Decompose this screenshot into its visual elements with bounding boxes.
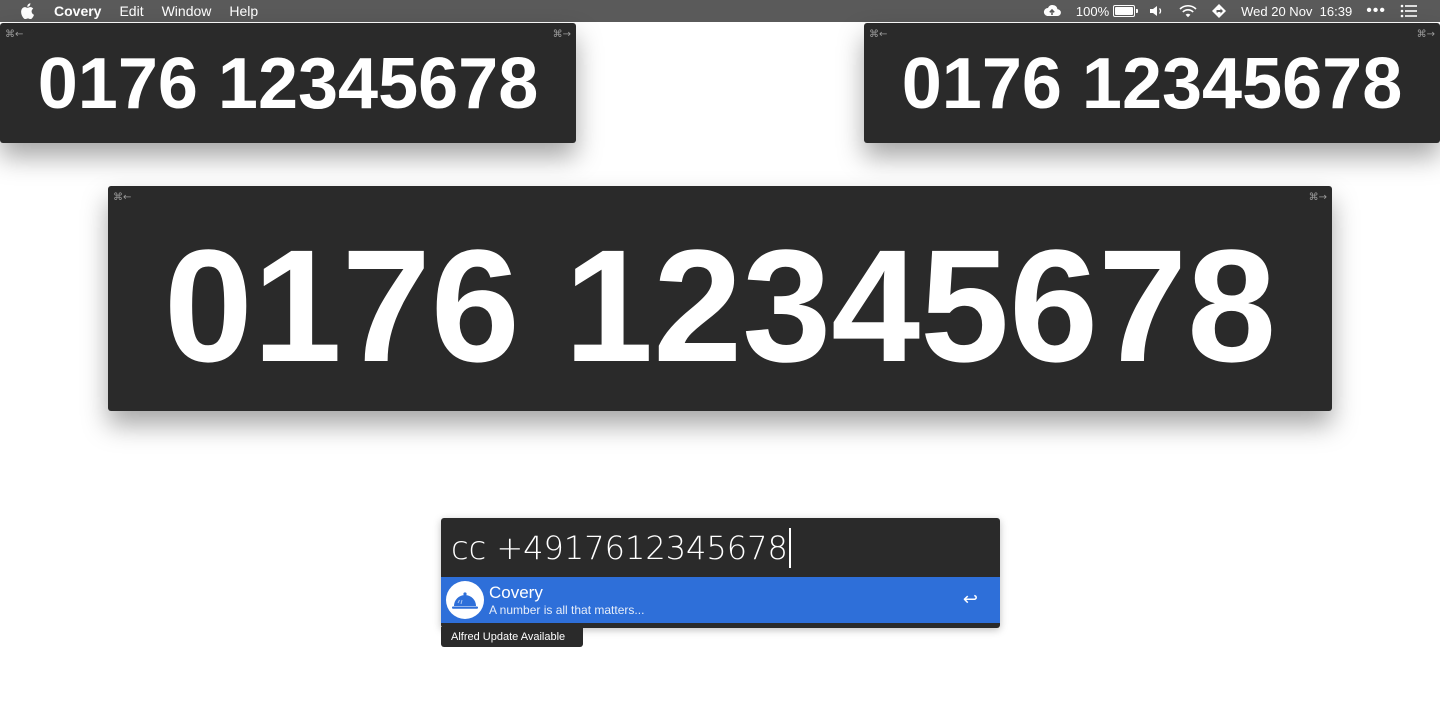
wifi-icon[interactable] (1179, 4, 1197, 18)
battery-icon (1113, 5, 1139, 17)
app-name-menu[interactable]: Covery (54, 0, 101, 22)
alfred-result-selected[interactable]: Covery A number is all that matters... ↩ (441, 577, 1000, 623)
large-type-number: 0176 12345678 (37, 44, 539, 124)
result-title: Covery (489, 583, 543, 602)
large-type-panel-top-left[interactable]: ⌘← ⌘→ 0176 12345678 (0, 23, 576, 143)
cloche-icon (446, 581, 484, 619)
battery-percent: 100% (1075, 3, 1110, 19)
large-type-number: 0176 12345678 (901, 44, 1403, 124)
move-left-shortcut-hint: ⌘← (113, 192, 132, 203)
alfred-search-input[interactable]: cc +4917612345678 (451, 528, 990, 568)
alfred-window: cc +4917612345678 Covery A number is all… (441, 518, 1000, 628)
alfred-update-notice[interactable]: Alfred Update Available (441, 627, 583, 647)
edit-menu[interactable]: Edit (119, 0, 143, 22)
move-right-shortcut-hint: ⌘→ (1308, 192, 1327, 203)
notification-center-icon[interactable] (1400, 4, 1418, 18)
alfred-query-text: cc +4917612345678 (451, 529, 788, 567)
large-type-panel-main[interactable]: ⌘← ⌘→ 0176 12345678 (108, 186, 1332, 411)
help-menu[interactable]: Help (229, 0, 258, 22)
result-subtitle: A number is all that matters... (489, 603, 645, 617)
apple-menu-icon[interactable] (19, 3, 35, 19)
datetime[interactable]: Wed 20 Nov 16:39 (1241, 4, 1352, 19)
window-menu[interactable]: Window (162, 0, 212, 22)
volume-icon[interactable] (1149, 4, 1165, 18)
more-icon[interactable]: ••• (1366, 2, 1386, 20)
enter-key-icon: ↩ (962, 589, 978, 610)
menu-bar: Covery Edit Window Help 100% Wed 20 Nov … (0, 0, 1440, 22)
large-type-number: 0176 12345678 (163, 216, 1277, 395)
text-caret (788, 528, 791, 568)
cloud-upload-icon[interactable] (1042, 4, 1062, 18)
large-type-panel-top-right[interactable]: ⌘← ⌘→ 0176 12345678 (864, 23, 1440, 143)
battery-status[interactable]: 100% (1075, 3, 1139, 19)
navigation-diamond-icon[interactable] (1211, 3, 1227, 19)
